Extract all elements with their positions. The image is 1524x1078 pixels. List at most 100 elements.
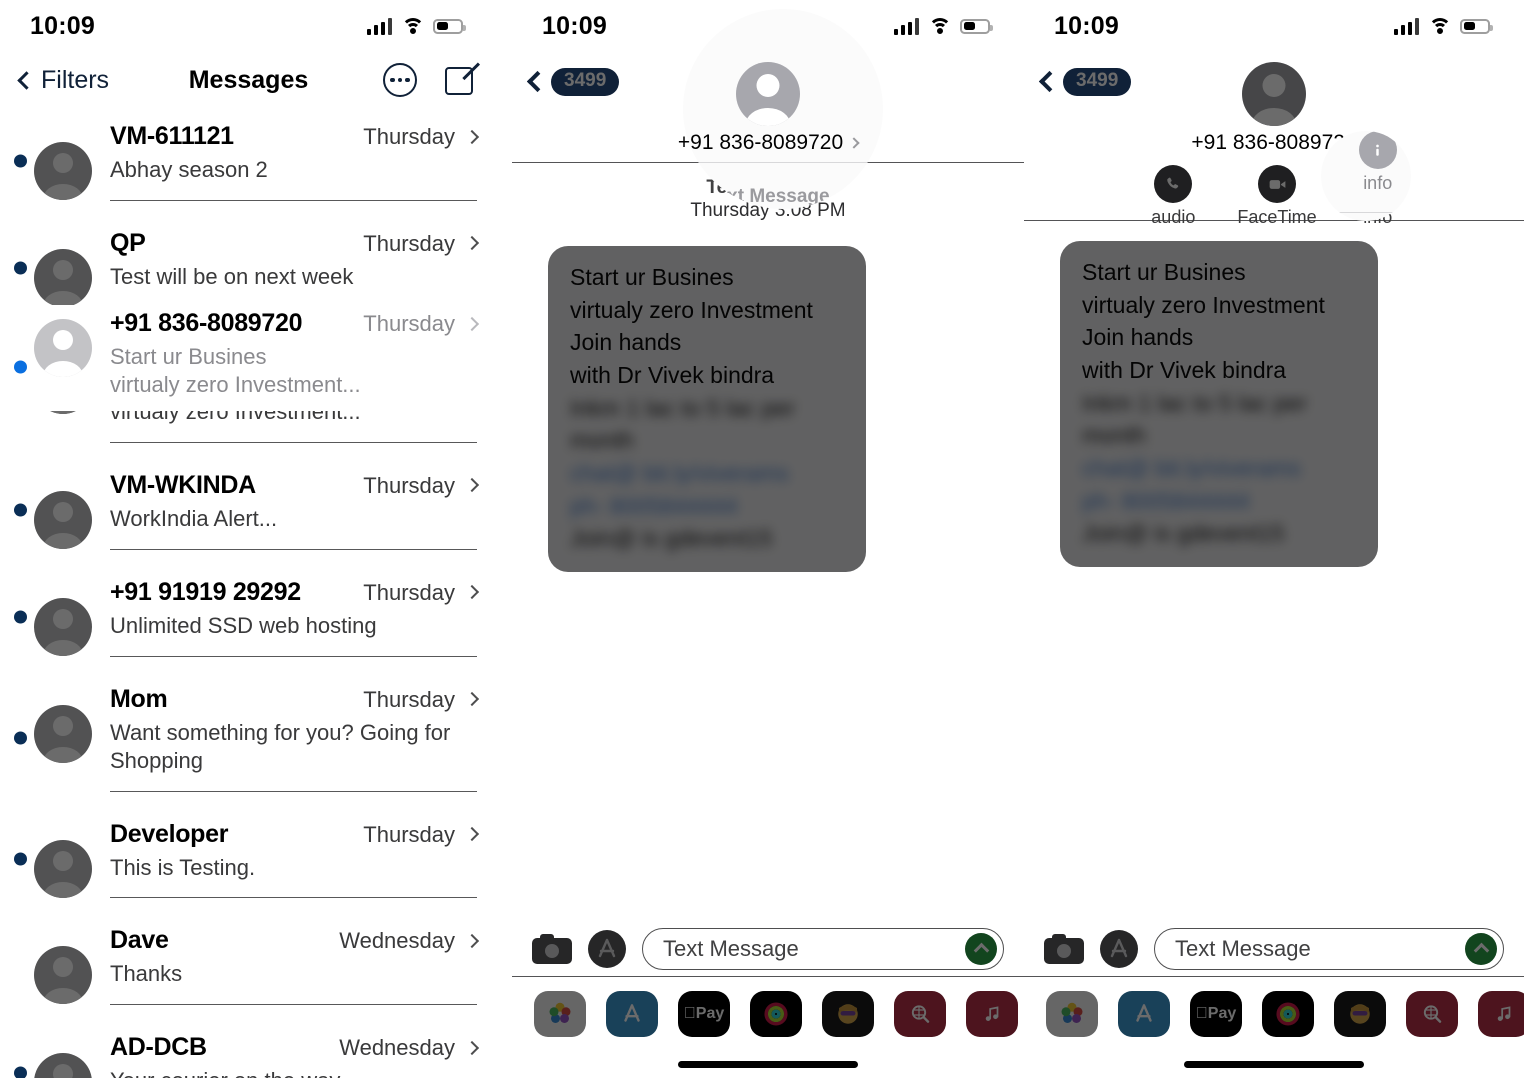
info-icon [1358,131,1397,169]
memoji-icon[interactable] [822,990,874,1037]
cellular-signal-icon [1393,17,1419,35]
conversation-header: +91 836-8089720 Thursday [110,309,480,338]
video-icon [1258,165,1297,203]
bubble-line-blurred: ph- 8005844444 [1082,487,1250,514]
imessage-app-drawer: Pay [512,976,1024,1050]
image-search-icon[interactable] [894,990,946,1037]
chevron-right-icon [464,826,480,842]
conversation-row-highlighted[interactable]: +91 836-8089720 Thursday Start ur Busine… [0,305,497,411]
message-input-placeholder: Text Message [1175,936,1311,961]
conversation-navbar: 3499 +91 836-8089720 audio FaceTime [1024,52,1524,227]
conversation-row[interactable]: VM-WKINDA Thursday WorkIndia Alert... [0,457,497,564]
highlighted-conversation-row[interactable]: +91 836-8089720 Thursday Start ur Busine… [0,305,497,411]
message-composer: Text Message [512,928,1024,970]
conversation-name: +91 91919 29292 [110,577,301,606]
conversation-name: Developer [110,819,229,848]
conversation-row[interactable]: Mom Thursday Want something for you? Going… [0,671,497,806]
contact-avatar-icon [736,62,800,126]
music-icon[interactable] [966,990,1018,1037]
battery-icon [433,18,466,34]
conversation-row[interactable]: AD-DCB Wednesday Your courier on the way. [0,1019,497,1078]
status-indicators [1393,17,1493,35]
conversation-content: QP Thursday Test will be on next week [110,229,480,308]
conversation-row[interactable]: Developer Thursday This is Testing. [0,806,497,913]
chevron-right-icon [848,137,860,149]
chevron-right-icon [464,316,480,331]
back-button[interactable]: 3499 [1038,68,1132,96]
imessage-app-drawer: Pay [1024,976,1524,1050]
phone-icon [1154,165,1193,203]
photos-icon[interactable] [534,990,586,1037]
bubble-line-blurred: Join@ is gdevent15 [1082,520,1285,547]
compose-icon[interactable] [445,62,481,96]
conversation-name: +91 836-8089720 [110,309,303,337]
bubble-line-blurred: chat@ bit.ly/viverams [1082,454,1301,481]
back-button[interactable]: 3499 [526,68,620,96]
conversation-date: Wednesday [339,1035,455,1061]
facetime-button[interactable]: FaceTime [1237,165,1317,228]
contact-name-row[interactable]: +91 836-8089720 [683,131,860,155]
audio-call-button[interactable]: audio [1151,165,1195,228]
conversation-content: AD-DCB Wednesday Your courier on the way. [110,1033,480,1078]
status-bar: 10:09 [1024,0,1524,52]
conversation-date: Thursday [363,311,455,336]
filters-back-button[interactable]: Filters [17,65,110,95]
spotlight-info-button[interactable]: audio FaceTime info [1321,131,1411,221]
status-time: 10:09 [1054,11,1119,40]
conversation-row[interactable]: VM-611121 Thursday Abhay season 2 [0,108,497,215]
bubble-line-blurred: Inkm 1 lac to 5 lac per month [1082,389,1307,449]
chevron-right-icon [464,692,480,707]
conversation-name: Dave [110,926,169,955]
app-store-icon[interactable] [606,990,658,1037]
apple-pay-icon[interactable]: Pay [1190,990,1242,1037]
app-store-icon[interactable] [588,930,626,968]
send-arrow-icon[interactable] [965,933,997,965]
image-search-icon[interactable] [1406,990,1458,1037]
message-input[interactable]: Text Message [1154,928,1504,970]
cellular-signal-icon [366,17,392,35]
conversation-preview: Start ur Busines virtualy zero Investmen… [110,344,361,397]
wifi-icon [928,17,951,35]
conversation-list: VM-611121 Thursday Abhay season 2 QP Thursda… [0,108,497,1078]
message-bubble[interactable]: Start ur Busines virtualy zero Investment… [548,246,866,572]
conversation-content: +91 91919 29292 Thursday Unlimited SSD web… [110,577,480,657]
conversation-date: Thursday [363,686,455,712]
info-button-bright[interactable]: info [1358,131,1397,194]
bubble-blurred-lines: Inkm 1 lac to 5 lac per month chat@ bit.l… [570,392,844,555]
contact-avatar-icon [1242,62,1306,126]
conversation-header: VM-611121 Thursday [110,122,480,151]
avatar [34,248,92,307]
conversation-preview: Abhay season 2 [110,157,268,182]
camera-icon[interactable] [532,934,572,964]
bubble-line: Start ur Busines [1082,259,1246,285]
app-store-icon[interactable] [1100,930,1138,968]
activity-icon[interactable] [750,990,802,1037]
navbar-divider [1024,220,1524,221]
apple-pay-icon[interactable]: Pay [678,990,730,1037]
memoji-icon[interactable] [1334,990,1386,1037]
conversation-date: Thursday [363,579,455,605]
message-bubble[interactable]: Start ur Busines virtualy zero Investment… [1060,241,1378,567]
conversation-preview: This is Testing. [110,854,256,880]
conversation-name: VM-611121 [110,122,234,150]
spotlight-contact-header[interactable]: +91 836-8089720 Text Message Thursday 3:… [683,9,883,209]
camera-icon[interactable] [1044,934,1084,964]
photos-icon[interactable] [1046,990,1098,1037]
conversation-row[interactable]: +91 91919 29292 Thursday Unlimited SSD web… [0,564,497,671]
conversation-row[interactable]: Dave Wednesday Thanks [0,912,497,1019]
conversation-preview: Want something for you? Going for Shoppi… [110,719,451,773]
conversation-header: QP Thursday [110,229,480,258]
activity-icon[interactable] [1262,990,1314,1037]
send-arrow-icon[interactable] [1465,933,1497,965]
app-store-icon[interactable] [1118,990,1170,1037]
bubble-lines: Start ur Busines virtualy zero Investment… [570,261,844,392]
conversation-header: Dave Wednesday [110,926,480,955]
music-icon[interactable] [1478,990,1524,1037]
back-chevron-icon [1038,71,1061,93]
more-circle-icon[interactable] [383,63,417,97]
message-input[interactable]: Text Message [642,928,1004,970]
filters-label: Filters [41,65,110,94]
conversation-preview: Your courier on the way. [110,1067,477,1078]
unread-dot [14,503,27,517]
bubble-line: with Dr Vivek bindra [570,361,775,388]
